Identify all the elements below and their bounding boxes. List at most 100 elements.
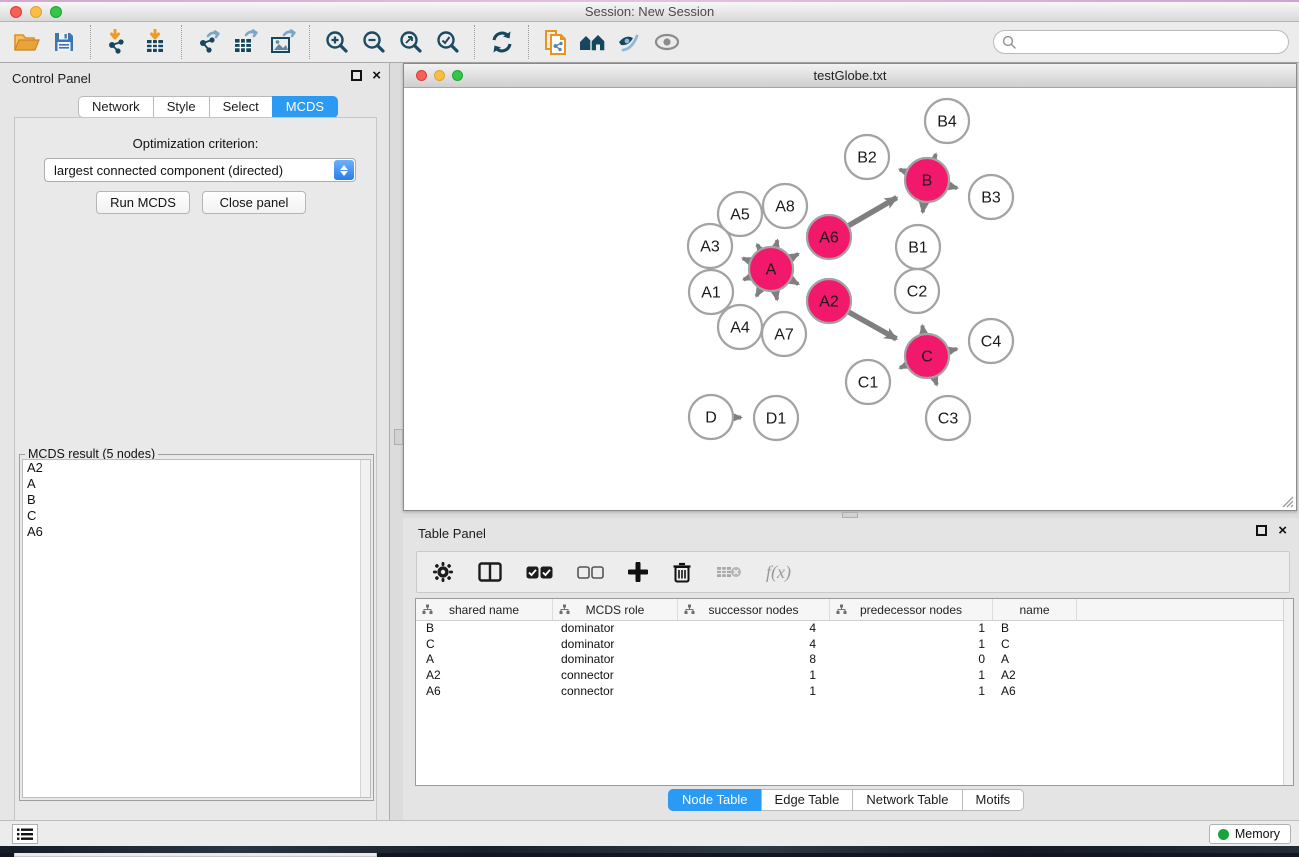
table-row[interactable]: A6connector11A6 (416, 684, 1293, 700)
table-cell[interactable]: 0 (830, 652, 993, 668)
table-cell[interactable]: 1 (830, 621, 993, 637)
table-row[interactable]: Cdominator41C (416, 637, 1293, 653)
graph-node-A3[interactable]: A3 (688, 224, 732, 268)
function-builder-button[interactable]: f(x) (766, 557, 791, 587)
table-cell[interactable]: dominator (553, 637, 678, 653)
table-float-panel-icon[interactable] (1256, 525, 1267, 536)
hide-details-button[interactable] (611, 26, 648, 58)
tab-mcds[interactable]: MCDS (272, 96, 338, 118)
tab-network[interactable]: Network (78, 96, 153, 118)
table-cell[interactable]: A (993, 652, 1077, 668)
table-cell[interactable]: 4 (678, 621, 830, 637)
task-history-button[interactable] (12, 824, 38, 844)
graph-node-B2[interactable]: B2 (845, 135, 889, 179)
table-cell[interactable]: dominator (553, 652, 678, 668)
table-cell[interactable]: 4 (678, 637, 830, 653)
table-cell[interactable]: A6 (993, 684, 1077, 700)
graph-node-C3[interactable]: C3 (926, 396, 970, 440)
graph-node-D1[interactable]: D1 (754, 396, 798, 440)
select-all-checks-button[interactable] (526, 557, 553, 587)
delete-table-button[interactable] (716, 557, 742, 587)
table-cell[interactable]: connector (553, 684, 678, 700)
column-header-mcds-role[interactable]: MCDS role (553, 599, 678, 620)
graph-node-B3[interactable]: B3 (969, 175, 1013, 219)
column-header-successor-nodes[interactable]: successor nodes (678, 599, 830, 620)
table-cell[interactable]: 1 (830, 637, 993, 653)
import-table-button[interactable] (136, 26, 173, 58)
network-canvas[interactable]: B4B2BB3A5A8A6A3B1AA1C2A2A4A7C4CC1C3DD1 (404, 88, 1296, 510)
deselect-all-checks-button[interactable] (577, 557, 604, 587)
table-cell[interactable]: 1 (678, 668, 830, 684)
table-cell[interactable]: A2 (993, 668, 1077, 684)
tab-node-table[interactable]: Node Table (668, 789, 761, 811)
table-cell[interactable]: 1 (830, 684, 993, 700)
graph-node-C4[interactable]: C4 (969, 319, 1013, 363)
mcds-result-item[interactable]: A (23, 476, 370, 492)
graph-node-C[interactable]: C (905, 334, 949, 378)
table-cell[interactable]: 8 (678, 652, 830, 668)
graph-node-C1[interactable]: C1 (846, 360, 890, 404)
graph-node-D[interactable]: D (689, 395, 733, 439)
zoom-out-button[interactable] (355, 26, 392, 58)
zoom-selected-button[interactable] (429, 26, 466, 58)
table-cell[interactable]: 1 (678, 684, 830, 700)
graph-node-A1[interactable]: A1 (689, 270, 733, 314)
mcds-list-scrollbar[interactable] (360, 460, 370, 797)
zoom-fit-button[interactable] (392, 26, 429, 58)
table-options-button[interactable] (432, 557, 454, 587)
column-header-predecessor-nodes[interactable]: predecessor nodes (830, 599, 993, 620)
column-header-name[interactable]: name (993, 599, 1077, 620)
memory-button[interactable]: Memory (1209, 824, 1291, 844)
graph-node-B[interactable]: B (905, 158, 949, 202)
graph-node-A8[interactable]: A8 (763, 184, 807, 228)
table-cell[interactable]: 1 (830, 668, 993, 684)
delete-column-button[interactable] (672, 557, 692, 587)
graph-node-A7[interactable]: A7 (762, 312, 806, 356)
graph-node-A4[interactable]: A4 (718, 305, 762, 349)
criterion-dropdown[interactable]: largest connected component (directed) (44, 158, 356, 182)
float-panel-icon[interactable] (351, 70, 362, 81)
tab-select[interactable]: Select (209, 96, 272, 118)
resize-grip-icon[interactable] (1281, 495, 1294, 508)
graph-node-A6[interactable]: A6 (807, 215, 851, 259)
mcds-result-item[interactable]: C (23, 508, 370, 524)
graph-node-C2[interactable]: C2 (895, 269, 939, 313)
table-cell[interactable]: connector (553, 668, 678, 684)
close-panel-button[interactable]: Close panel (202, 191, 306, 214)
table-row[interactable]: A2connector11A2 (416, 668, 1293, 684)
export-network-button[interactable] (190, 26, 227, 58)
close-panel-icon[interactable]: × (372, 70, 381, 81)
column-header-shared-name[interactable]: shared name (416, 599, 553, 620)
table-cell[interactable]: A2 (416, 668, 553, 684)
tab-style[interactable]: Style (153, 96, 209, 118)
mcds-result-item[interactable]: A2 (23, 460, 370, 476)
open-session-button[interactable] (8, 26, 45, 58)
vertical-divider-handle[interactable] (394, 429, 403, 445)
network-window-titlebar[interactable]: testGlobe.txt (404, 64, 1296, 88)
first-neighbors-button[interactable] (574, 26, 611, 58)
graph-node-A2[interactable]: A2 (807, 279, 851, 323)
table-cell[interactable]: A (416, 652, 553, 668)
table-row[interactable]: Bdominator41B (416, 621, 1293, 637)
save-session-button[interactable] (45, 26, 82, 58)
table-cell[interactable]: C (416, 637, 553, 653)
table-cell[interactable]: C (993, 637, 1077, 653)
table-cell[interactable]: dominator (553, 621, 678, 637)
tab-network-table[interactable]: Network Table (852, 789, 961, 811)
show-column-button[interactable] (478, 557, 502, 587)
table-cell[interactable]: B (416, 621, 553, 637)
export-image-button[interactable] (264, 26, 301, 58)
table-scrollbar[interactable] (1283, 599, 1293, 785)
graph-node-B1[interactable]: B1 (896, 225, 940, 269)
clone-network-button[interactable] (537, 26, 574, 58)
table-cell[interactable]: B (993, 621, 1077, 637)
import-network-button[interactable] (99, 26, 136, 58)
table-row[interactable]: Adominator80A (416, 652, 1293, 668)
mcds-result-item[interactable]: A6 (23, 524, 370, 540)
tab-motifs[interactable]: Motifs (962, 789, 1025, 811)
graph-node-B4[interactable]: B4 (925, 99, 969, 143)
refresh-view-button[interactable] (483, 26, 520, 58)
mcds-result-item[interactable]: B (23, 492, 370, 508)
tab-edge-table[interactable]: Edge Table (761, 789, 853, 811)
table-cell[interactable]: A6 (416, 684, 553, 700)
